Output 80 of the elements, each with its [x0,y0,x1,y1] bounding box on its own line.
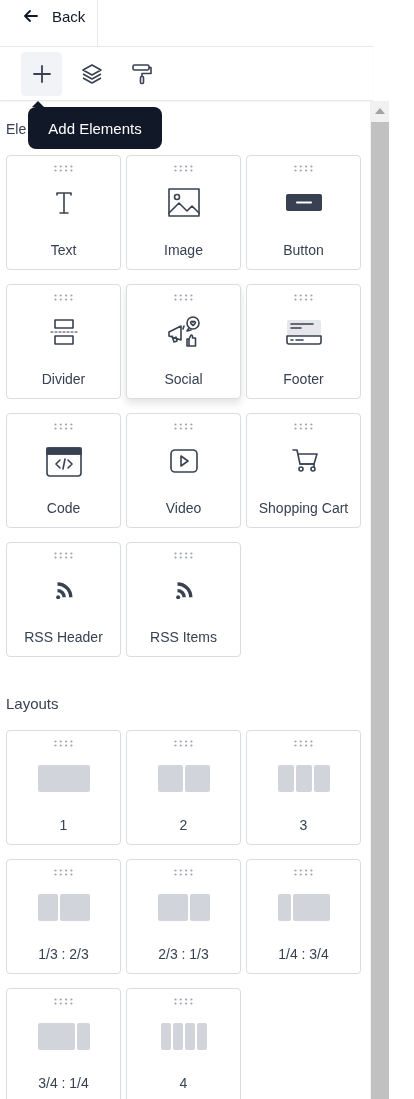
element-label: Video [165,500,202,516]
drag-handle-icon [174,423,193,430]
drag-handle-icon [54,998,73,1005]
element-card[interactable]: Footer [246,284,361,399]
element-label: Footer [283,371,324,387]
drag-handle-icon [54,294,73,301]
layout-card[interactable]: 2 [126,730,241,845]
drag-handle-icon [174,740,193,747]
element-card[interactable]: RSS Items [126,542,241,657]
element-card[interactable]: Text [6,155,121,270]
drag-handle-icon [294,294,313,301]
section-heading: Ele [6,120,27,139]
code-window-icon [45,444,82,478]
element-label: Shopping Cart [258,500,349,516]
layout-label: 2/3 : 1/3 [158,946,209,962]
column-layout-icon [275,893,332,921]
plus-icon [30,62,53,85]
element-card[interactable]: Code [6,413,121,528]
layout-card[interactable]: 1 [6,730,121,845]
layout-card[interactable]: 3/4 : 1/4 [6,988,121,1099]
element-card[interactable]: RSS Header [6,542,121,657]
drag-handle-icon [174,552,193,559]
layout-card[interactable]: 3 [246,730,361,845]
element-label: Divider [41,371,86,387]
drag-handle-icon [294,869,313,876]
element-card[interactable]: Divider [6,284,121,399]
element-label: Button [283,242,324,258]
back-arrow-icon [24,10,38,22]
drag-handle-icon [174,294,193,301]
column-layout-icon [275,764,332,792]
element-card[interactable]: Image [126,155,241,270]
drag-handle-icon [294,740,313,747]
drag-handle-icon [174,998,193,1005]
layout-card[interactable]: 2/3 : 1/3 [126,859,241,974]
drag-handle-icon [54,165,73,172]
rss-icon [174,581,193,599]
image-icon [165,186,202,220]
column-layout-icon [155,764,212,792]
element-label: Code [46,500,81,516]
drag-handle-icon [294,165,313,172]
layout-label: 1/4 : 3/4 [278,946,329,962]
drag-handle-icon [54,740,73,747]
drag-handle-icon [54,869,73,876]
element-label: Text [50,242,77,258]
paint-roller-icon [130,62,153,85]
column-layout-icon [155,893,212,921]
element-label: Image [164,242,203,258]
element-label: RSS Items [150,629,217,645]
element-card[interactable]: Social [126,284,241,399]
layout-label: 4 [179,1075,188,1091]
megaphone-icon [165,315,202,349]
drag-handle-icon [54,423,73,430]
layout-label: 2 [179,817,188,833]
element-label: Social [164,371,203,387]
layout-card[interactable]: 4 [126,988,241,1099]
back-button[interactable]: Back [0,0,97,46]
drag-handle-icon [54,552,73,559]
layout-card[interactable]: 1/3 : 2/3 [6,859,121,974]
tooltip: Add Elements [28,107,162,149]
add-elements-tab[interactable] [21,51,62,96]
layout-label: 3/4 : 1/4 [38,1075,89,1091]
rss-icon [54,581,73,599]
section-heading: Layouts [6,694,60,714]
layout-label: 3 [299,817,308,833]
drag-handle-icon [174,165,193,172]
layout-label: 1 [59,817,68,833]
layout-label: 1/3 : 2/3 [38,946,89,962]
drag-handle-icon [294,423,313,430]
column-layout-icon [35,764,92,792]
column-layout-icon [35,893,92,921]
scrollbar-thumb[interactable] [370,122,389,1099]
element-card[interactable]: Video [126,413,241,528]
column-layout-icon [35,1022,92,1050]
element-card[interactable]: Shopping Cart [246,413,361,528]
tooltip-arrow [32,101,44,107]
element-card[interactable]: Button [246,155,361,270]
drag-handle-icon [174,869,193,876]
layers-icon [80,62,103,85]
element-label: RSS Header [24,629,103,645]
layout-card[interactable]: 1/4 : 3/4 [246,859,361,974]
